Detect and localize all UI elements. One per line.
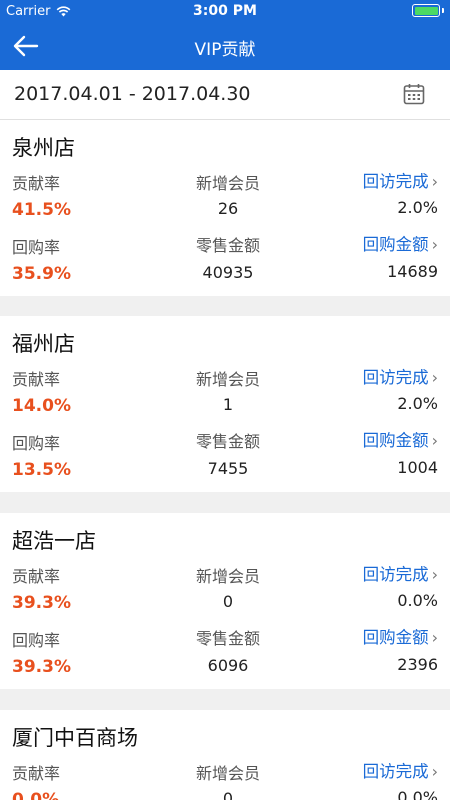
visit-done-link[interactable]: 回访完成 ›	[363, 168, 438, 192]
repurchase-value: 39.3%	[12, 657, 71, 677]
visit-done-value: 2.0%	[397, 394, 438, 413]
chevron-right-icon: ›	[431, 235, 438, 254]
new-members-value: 26	[217, 199, 239, 218]
chevron-right-icon: ›	[431, 368, 438, 387]
repurchase-label: 回购率	[12, 631, 61, 650]
chevron-right-icon: ›	[431, 628, 438, 647]
contribution-label: 贡献率	[12, 174, 61, 193]
top-bar: Carrier 3:00 PM VIP贡献	[0, 0, 450, 70]
chevron-right-icon: ›	[431, 172, 438, 191]
new-members-value: 0	[222, 592, 234, 611]
visit-done-link[interactable]: 回访完成 ›	[363, 758, 438, 782]
store-card[interactable]: 超浩一店 贡献率 新增会员 回访完成 › 39.3% 0 0.0% 回购率 零售金…	[0, 513, 450, 689]
repurchase-label: 回购率	[12, 434, 61, 453]
repurchase-amount-value: 1004	[397, 458, 438, 477]
page-title: VIP贡献	[194, 40, 256, 60]
retail-amount-value: 7455	[207, 459, 249, 478]
contribution-label: 贡献率	[12, 567, 61, 586]
chevron-right-icon: ›	[431, 762, 438, 781]
status-time: 3:00 PM	[193, 3, 257, 19]
date-range-text: 2017.04.01 - 2017.04.30	[14, 83, 251, 105]
contribution-value: 14.0%	[12, 396, 71, 416]
retail-amount-label: 零售金额	[195, 432, 260, 451]
repurchase-value: 35.9%	[12, 264, 71, 284]
contribution-label: 贡献率	[12, 764, 61, 783]
visit-done-label: 回访完成	[362, 368, 429, 387]
store-name: 超浩一店	[12, 529, 96, 553]
chevron-right-icon: ›	[431, 431, 438, 450]
new-members-label: 新增会员	[195, 174, 260, 193]
new-members-label: 新增会员	[195, 764, 260, 783]
new-members-label: 新增会员	[195, 567, 260, 586]
new-members-value: 1	[222, 395, 234, 414]
date-range-row[interactable]: 2017.04.01 - 2017.04.30	[0, 70, 450, 120]
visit-done-label: 回访完成	[362, 762, 429, 781]
repurchase-amount-label: 回购金额	[362, 431, 429, 450]
new-members-label: 新增会员	[195, 370, 260, 389]
repurchase-amount-link[interactable]: 回购金额 ›	[363, 231, 438, 255]
retail-amount-label: 零售金额	[195, 629, 260, 648]
contribution-label: 贡献率	[12, 370, 61, 389]
retail-amount-label: 零售金额	[195, 236, 260, 255]
store-card[interactable]: 福州店 贡献率 新增会员 回访完成 › 14.0% 1 2.0% 回购率 零售金额…	[0, 316, 450, 492]
repurchase-value: 13.5%	[12, 460, 71, 480]
status-bar: Carrier 3:00 PM	[0, 0, 450, 22]
nav-bar: VIP贡献	[0, 22, 450, 70]
contribution-value: 41.5%	[12, 200, 71, 220]
repurchase-amount-link[interactable]: 回购金额 ›	[363, 427, 438, 451]
new-members-value: 0	[222, 789, 234, 800]
repurchase-amount-value: 14689	[387, 262, 438, 281]
store-card[interactable]: 厦门中百商场 贡献率 新增会员 回访完成 › 0.0% 0 0.0%	[0, 710, 450, 800]
visit-done-link[interactable]: 回访完成 ›	[363, 561, 438, 585]
visit-done-value: 2.0%	[397, 198, 438, 217]
store-name: 福州店	[12, 332, 75, 356]
store-name: 厦门中百商场	[12, 726, 138, 750]
chevron-right-icon: ›	[431, 565, 438, 584]
retail-amount-value: 40935	[202, 263, 254, 282]
calendar-icon[interactable]	[402, 82, 426, 106]
visit-done-value: 0.0%	[397, 591, 438, 610]
repurchase-amount-link[interactable]: 回购金额 ›	[363, 624, 438, 648]
visit-done-label: 回访完成	[362, 172, 429, 191]
repurchase-amount-label: 回购金额	[362, 235, 429, 254]
store-name: 泉州店	[12, 136, 75, 160]
visit-done-value: 0.0%	[397, 788, 438, 800]
retail-amount-value: 6096	[207, 656, 249, 675]
visit-done-link[interactable]: 回访完成 ›	[363, 364, 438, 388]
contribution-value: 39.3%	[12, 593, 71, 613]
visit-done-label: 回访完成	[362, 565, 429, 584]
contribution-value: 0.0%	[12, 790, 60, 800]
repurchase-amount-value: 2396	[397, 655, 438, 674]
repurchase-label: 回购率	[12, 238, 61, 257]
repurchase-amount-label: 回购金额	[362, 628, 429, 647]
battery-icon	[412, 4, 444, 17]
store-card[interactable]: 泉州店 贡献率 新增会员 回访完成 › 41.5% 26 2.0% 回购率 零售金…	[0, 120, 450, 296]
